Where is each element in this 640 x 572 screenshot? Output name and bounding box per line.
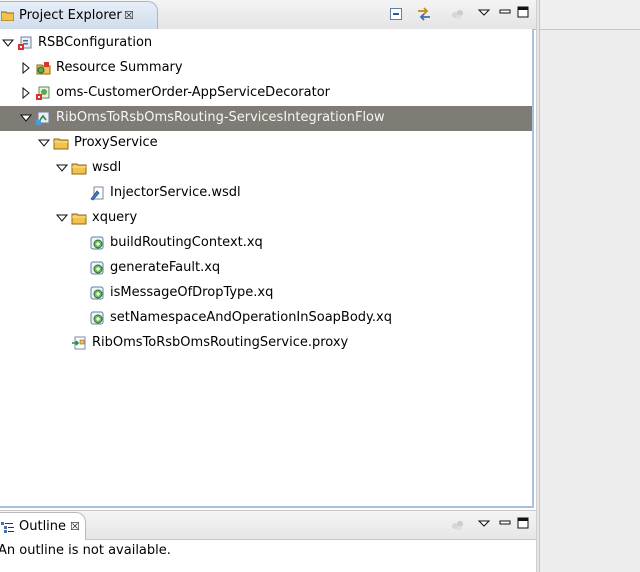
- outline-header: Outline ☒: [0, 510, 536, 541]
- disabled-action-icon: [450, 517, 466, 533]
- link-with-editor-icon[interactable]: [416, 6, 432, 22]
- tree-item-label: wsdl: [92, 160, 122, 175]
- outline-body: An outline is not available.: [0, 540, 536, 572]
- folder-icon: [71, 160, 87, 176]
- xquery-file-icon: [89, 235, 105, 251]
- expanded-twisty-icon[interactable]: [37, 137, 51, 149]
- tree-item-xq-namespace[interactable]: setNamespaceAndOperationInSoapBody.xq: [0, 306, 532, 331]
- xquery-file-icon: [89, 285, 105, 301]
- view-menu-icon[interactable]: [476, 516, 492, 532]
- editor-area-header: [540, 0, 640, 30]
- maximize-icon[interactable]: [515, 515, 531, 531]
- close-icon[interactable]: ☒: [124, 9, 134, 22]
- wsdl-file-icon: [89, 185, 105, 201]
- tree-item-label: Resource Summary: [56, 60, 183, 75]
- collapse-all-icon[interactable]: [388, 6, 404, 22]
- tree-item-label: oms-CustomerOrder-AppServiceDecorator: [56, 85, 331, 100]
- tree-item-xq-drop[interactable]: isMessageOfDropType.xq: [0, 281, 532, 306]
- project-icon: [35, 85, 51, 101]
- view-menu-icon[interactable]: [476, 5, 492, 21]
- maximize-icon[interactable]: [515, 4, 531, 20]
- tree-item-injector-wsdl[interactable]: InjectorService.wsdl: [0, 181, 532, 206]
- tree-item-label: isMessageOfDropType.xq: [110, 285, 274, 300]
- xquery-file-icon: [89, 260, 105, 276]
- expanded-twisty-icon[interactable]: [55, 212, 69, 224]
- folder-icon: [53, 135, 69, 151]
- tree-item-label: xquery: [92, 210, 138, 225]
- project-explorer-view: Project Explorer ☒ RSBConfiguration Reso…: [0, 0, 536, 508]
- editor-area: [539, 0, 640, 572]
- proxy-file-icon: [71, 335, 87, 351]
- tree-item-resource-summary[interactable]: Resource Summary: [0, 56, 532, 81]
- tree-item-proxy-file[interactable]: RibOmsToRsbOmsRoutingService.proxy: [0, 331, 532, 356]
- resource-summary-icon: [35, 60, 51, 76]
- project-icon: [17, 35, 33, 51]
- close-icon[interactable]: ☒: [70, 520, 80, 533]
- tree-item-label: setNamespaceAndOperationInSoapBody.xq: [110, 310, 392, 325]
- tree-item-xquery-folder[interactable]: xquery: [0, 206, 532, 231]
- tree-item-xq-build[interactable]: buildRoutingContext.xq: [0, 231, 532, 256]
- minimize-icon[interactable]: [497, 4, 513, 20]
- folder-icon: [0, 10, 15, 22]
- tab-outline[interactable]: Outline ☒: [0, 512, 86, 541]
- folder-icon: [71, 210, 87, 226]
- xquery-file-icon: [89, 310, 105, 326]
- tree-item-label: ProxyService: [74, 135, 158, 150]
- disabled-action-icon: [450, 6, 466, 22]
- tree-item-proxy-service[interactable]: ProxyService: [0, 131, 532, 156]
- tree-item-xq-fault[interactable]: generateFault.xq: [0, 256, 532, 281]
- minimize-icon[interactable]: [497, 515, 513, 531]
- tree-item-label: RibOmsToRsbOmsRoutingService.proxy: [92, 335, 349, 350]
- tree-item-wsdl-folder[interactable]: wsdl: [0, 156, 532, 181]
- outline-icon: [1, 522, 14, 533]
- tree-item-label: buildRoutingContext.xq: [110, 235, 263, 250]
- collapsed-twisty-icon[interactable]: [20, 86, 32, 100]
- collapsed-twisty-icon[interactable]: [20, 61, 32, 75]
- tab-project-explorer[interactable]: Project Explorer ☒: [0, 1, 158, 30]
- tree-item-label: generateFault.xq: [110, 260, 221, 275]
- outline-title: Outline: [19, 519, 67, 534]
- project-explorer-title: Project Explorer: [19, 8, 122, 23]
- expanded-twisty-icon[interactable]: [1, 37, 15, 49]
- tree-item-label: InjectorService.wsdl: [110, 185, 241, 200]
- project-icon: [35, 110, 51, 126]
- tree-item-rsbconfiguration[interactable]: RSBConfiguration: [0, 31, 532, 56]
- project-tree: RSBConfiguration Resource Summary oms-Cu…: [0, 29, 534, 508]
- outline-message: An outline is not available.: [0, 543, 171, 558]
- expanded-twisty-icon[interactable]: [55, 162, 69, 174]
- outline-view: Outline ☒ An outline is not available.: [0, 510, 536, 572]
- project-explorer-header: Project Explorer ☒: [0, 0, 536, 30]
- tree-item-label: RibOmsToRsbOmsRouting-ServicesIntegratio…: [56, 110, 385, 125]
- expanded-twisty-icon[interactable]: [19, 112, 33, 124]
- tree-item-routing-flow[interactable]: RibOmsToRsbOmsRouting-ServicesIntegratio…: [0, 106, 532, 131]
- tree-item-oms-decorator[interactable]: oms-CustomerOrder-AppServiceDecorator: [0, 81, 532, 106]
- tree-item-label: RSBConfiguration: [38, 35, 153, 50]
